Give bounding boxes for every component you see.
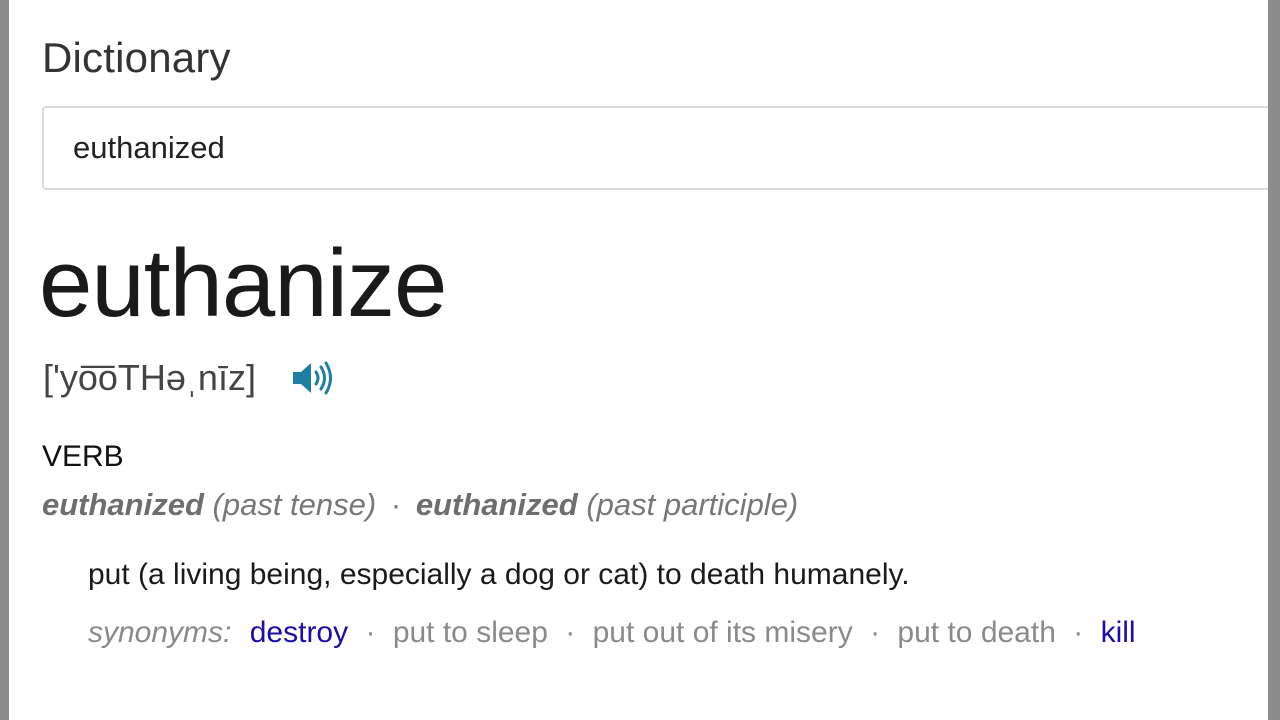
speaker-icon[interactable] <box>290 358 334 398</box>
synonym-put-to-sleep: put to sleep <box>392 616 548 649</box>
left-window-edge <box>0 0 9 720</box>
form-tag: (past tense) <box>212 487 377 522</box>
search-box[interactable] <box>42 106 1280 190</box>
form-tag: (past participle) <box>586 487 799 522</box>
synonym-separator: · <box>870 616 881 649</box>
synonym-put-out-of-its-misery: put out of its misery <box>592 616 853 649</box>
right-window-edge <box>1268 0 1280 720</box>
synonym-link-kill[interactable]: kill <box>1101 616 1136 649</box>
synonym-link-destroy[interactable]: destroy <box>250 616 348 649</box>
form-word: euthanized <box>42 487 204 522</box>
pronunciation: ['yo͞oTHəˌnīz] <box>43 357 256 398</box>
part-of-speech: VERB <box>42 440 124 473</box>
definition: put (a living being, especially a dog or… <box>88 558 910 591</box>
synonym-separator: · <box>1073 616 1084 649</box>
panel-title: Dictionary <box>42 34 231 81</box>
screen: Dictionary euthanize ['yo͞oTHəˌnīz] VERB… <box>0 0 1280 720</box>
search-input[interactable] <box>44 108 1280 188</box>
synonyms-row: synonyms: destroy · put to sleep · put o… <box>88 616 1136 650</box>
synonyms-label: synonyms: <box>88 616 232 649</box>
form-separator: · <box>390 487 402 522</box>
synonym-separator: · <box>565 616 576 649</box>
synonym-put-to-death: put to death <box>897 616 1056 649</box>
inflected-forms: euthanized (past tense) · euthanized (pa… <box>42 487 798 523</box>
form-word: euthanized <box>415 487 578 522</box>
synonym-separator: · <box>365 616 376 649</box>
dictionary-panel: Dictionary euthanize ['yo͞oTHəˌnīz] VERB… <box>9 0 1280 720</box>
pronunciation-row: ['yo͞oTHəˌnīz] <box>43 355 334 401</box>
headword: euthanize <box>39 230 447 337</box>
